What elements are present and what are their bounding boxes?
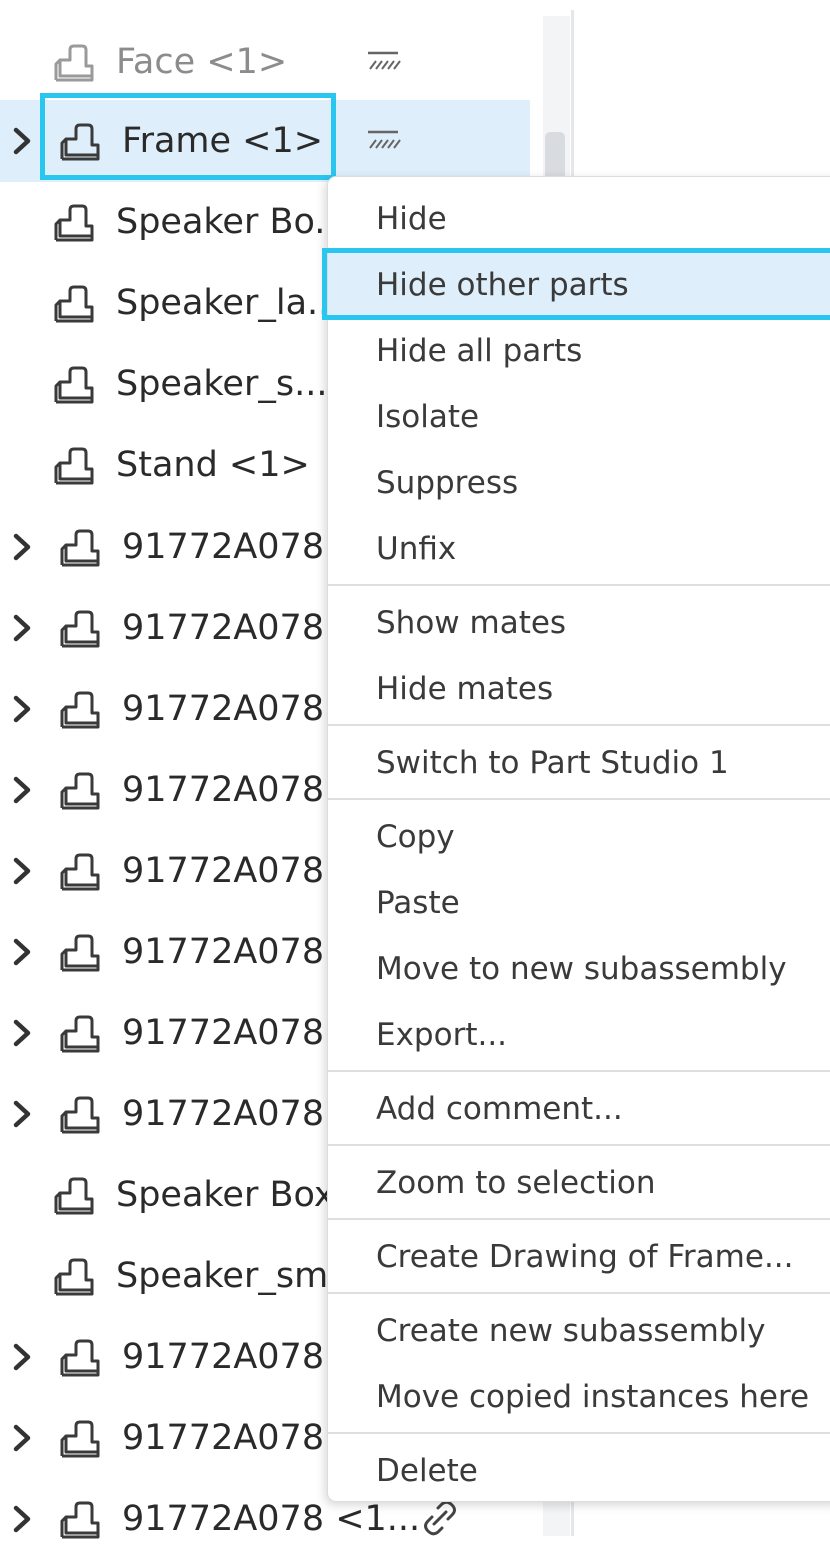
part-icon (54, 366, 94, 404)
section-hatch-icon[interactable] (366, 47, 402, 77)
tree-row-label: Stand <1> (116, 445, 310, 485)
tree-row-label: Speaker_la... (116, 283, 341, 323)
part-icon (60, 1015, 100, 1053)
tree-row-face[interactable]: Face <1> (0, 21, 530, 103)
tree-row-label: 91772A078 (122, 689, 325, 729)
chevron-right-icon[interactable] (10, 775, 36, 805)
chevron-right-icon[interactable] (10, 694, 36, 724)
menu-separator (328, 1070, 830, 1072)
tree-row-label: 91772A078 (122, 1094, 325, 1134)
tree-row-label: 91772A078 (122, 1337, 325, 1377)
tree-row-label: Face <1> (116, 42, 288, 82)
part-icon (54, 1258, 94, 1296)
part-icon (60, 691, 100, 729)
part-icon (60, 772, 100, 810)
menu-item-export[interactable]: Export... (376, 1013, 507, 1057)
menu-separator (328, 584, 830, 586)
chevron-right-icon[interactable] (10, 1018, 36, 1048)
chevron-right-icon[interactable] (10, 937, 36, 967)
part-icon (60, 853, 100, 891)
context-menu: Hide Hide other parts Hide all parts Iso… (327, 176, 830, 1502)
menu-item-move-to-new-subassembly[interactable]: Move to new subassembly (376, 947, 787, 991)
menu-item-hide-mates[interactable]: Hide mates (376, 667, 553, 711)
menu-item-isolate[interactable]: Isolate (376, 395, 479, 439)
chevron-right-icon[interactable] (10, 856, 36, 886)
tree-row-label: Speaker Bo... (116, 202, 348, 242)
part-icon (54, 1177, 94, 1215)
tree-row-label: 91772A078 (122, 770, 325, 810)
menu-item-add-comment[interactable]: Add comment... (376, 1087, 623, 1131)
chevron-right-icon[interactable] (10, 1423, 36, 1453)
menu-item-switch-to-part-studio[interactable]: Switch to Part Studio 1 (376, 741, 729, 785)
part-icon (54, 44, 94, 82)
part-icon (60, 123, 100, 161)
menu-item-create-drawing[interactable]: Create Drawing of Frame... (376, 1235, 794, 1279)
section-hatch-icon[interactable] (366, 126, 402, 156)
part-icon (54, 204, 94, 242)
menu-separator (328, 798, 830, 800)
part-icon (60, 934, 100, 972)
menu-separator (328, 1292, 830, 1294)
part-icon (60, 1501, 100, 1539)
part-icon (54, 447, 94, 485)
menu-separator (328, 1144, 830, 1146)
tree-row-label: 91772A078 (122, 851, 325, 891)
menu-item-delete[interactable]: Delete (376, 1449, 478, 1493)
tree-row-label: Frame <1> (122, 121, 324, 161)
chevron-right-icon[interactable] (10, 126, 36, 156)
menu-separator (328, 1218, 830, 1220)
link-icon (424, 1500, 456, 1536)
part-icon (60, 610, 100, 648)
tree-row-label: 91772A078 (122, 608, 325, 648)
chevron-right-icon[interactable] (10, 1099, 36, 1129)
tree-row-frame[interactable]: Frame <1> (0, 100, 530, 182)
chevron-right-icon[interactable] (10, 613, 36, 643)
tree-row-label: 91772A078 (122, 1418, 325, 1458)
part-icon (54, 285, 94, 323)
menu-item-hide[interactable]: Hide (376, 197, 447, 241)
part-icon (60, 1420, 100, 1458)
tree-row-label: 91772A078 (122, 527, 325, 567)
menu-item-suppress[interactable]: Suppress (376, 461, 518, 505)
part-icon (60, 1096, 100, 1134)
tree-row-label: Speaker_sm (116, 1256, 329, 1296)
tree-row-label: Speaker_s... (116, 364, 328, 404)
chevron-right-icon[interactable] (10, 532, 36, 562)
menu-item-move-copied-instances-here[interactable]: Move copied instances here (376, 1375, 809, 1419)
tree-row-label: 91772A078 (122, 1013, 325, 1053)
menu-item-unfix[interactable]: Unfix (376, 527, 456, 571)
part-icon (60, 529, 100, 567)
menu-item-paste[interactable]: Paste (376, 881, 460, 925)
chevron-right-icon[interactable] (10, 1504, 36, 1534)
chevron-right-icon[interactable] (10, 1342, 36, 1372)
tree-row-label: Speaker Box (116, 1175, 335, 1215)
part-icon (60, 1339, 100, 1377)
tree-row-label: 91772A078 (122, 932, 325, 972)
menu-item-copy[interactable]: Copy (376, 815, 455, 859)
menu-item-hide-all-parts[interactable]: Hide all parts (376, 329, 582, 373)
menu-item-show-mates[interactable]: Show mates (376, 601, 566, 645)
menu-item-create-new-subassembly[interactable]: Create new subassembly (376, 1309, 765, 1353)
menu-separator (328, 1432, 830, 1434)
menu-separator (328, 724, 830, 726)
menu-item-zoom-to-selection[interactable]: Zoom to selection (376, 1161, 656, 1205)
menu-item-hide-other-parts[interactable]: Hide other parts (376, 263, 629, 307)
